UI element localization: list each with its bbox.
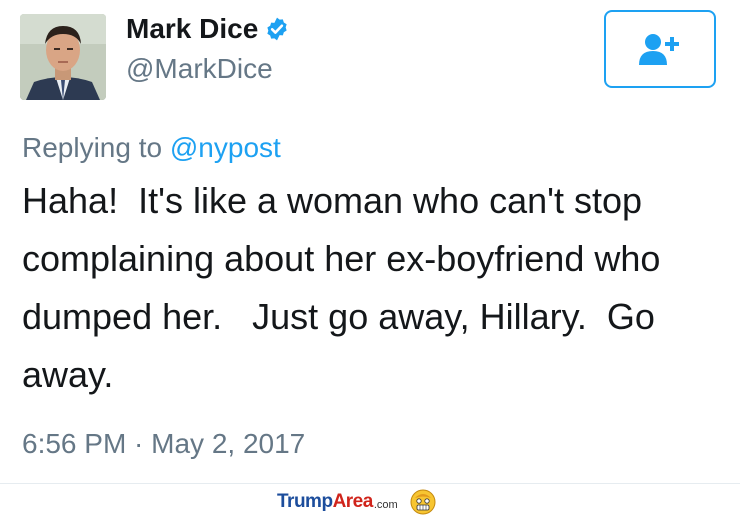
follow-button[interactable] (604, 10, 716, 88)
author-name-row: Mark Dice (126, 12, 290, 46)
watermark-brand-part2: Area (332, 491, 374, 512)
watermark-brand-part1: Trump (277, 491, 333, 512)
add-user-icon (639, 34, 679, 65)
replying-to: Replying to @nypost (22, 130, 281, 166)
watermark: Trump Area .com (277, 489, 436, 515)
avatar[interactable] (20, 14, 106, 100)
verified-badge-icon (267, 17, 287, 41)
watermark-brand-suffix: .com (373, 498, 398, 511)
watermark-emoji-icon (410, 489, 436, 515)
replying-to-label: Replying to (22, 132, 163, 163)
divider (0, 483, 740, 484)
reply-mention-link[interactable]: @nypost (170, 132, 281, 163)
tweet-timestamp[interactable]: 6:56 PM · May 2, 2017 (22, 426, 305, 462)
tweet-text: Haha! It's like a woman who can't stop c… (22, 180, 671, 395)
display-name[interactable]: Mark Dice (126, 12, 258, 46)
author-handle[interactable]: @MarkDice (126, 52, 273, 86)
